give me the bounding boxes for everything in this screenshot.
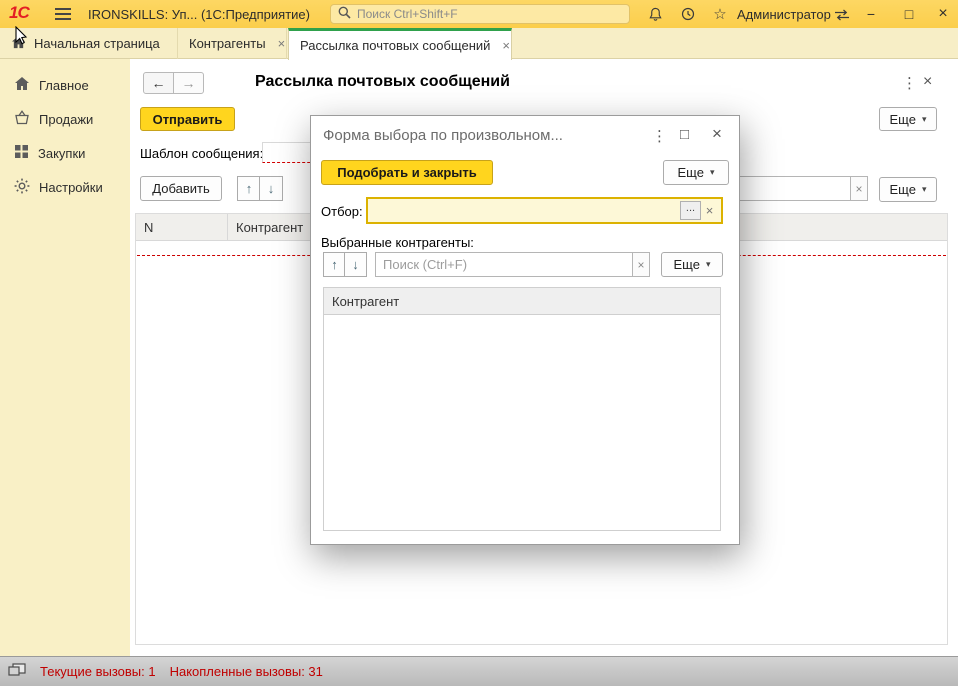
tab-label: Начальная страница (34, 36, 160, 51)
tab-close-icon[interactable]: × (278, 36, 286, 51)
current-calls-indicator: Текущие вызовы: 1 (40, 664, 156, 679)
nav-buttons: ← → (143, 72, 204, 94)
search-icon (338, 6, 351, 22)
sidebar-item-purchases[interactable]: Закупки (0, 136, 130, 170)
clear-filter-icon[interactable]: × (701, 203, 718, 218)
home-icon (11, 35, 26, 52)
gear-icon (14, 178, 30, 197)
pick-and-close-button[interactable]: Подобрать и закрыть (321, 160, 493, 185)
titlebar: 1С IRONSKILLS: Уп... (1С:Предприятие) ☆ … (0, 0, 958, 28)
minimize-button[interactable]: − (858, 4, 884, 24)
dialog-search-field[interactable] (375, 252, 633, 277)
1c-logo: 1С (9, 3, 29, 23)
selected-contractors-label: Выбранные контрагенты: (321, 235, 474, 250)
filter-field[interactable]: ... × (366, 197, 723, 224)
dialog-more-button-top[interactable]: Еще ▾ (663, 160, 729, 185)
sidebar-item-label: Закупки (38, 146, 85, 161)
chevron-down-icon: ▾ (922, 114, 927, 125)
column-header-n[interactable]: N (136, 214, 228, 240)
app-title: IRONSKILLS: Уп... (1С:Предприятие) (88, 7, 310, 22)
form-kebab-icon[interactable]: ⋮ (902, 76, 917, 91)
sidebar-item-main[interactable]: Главное (0, 68, 130, 102)
sidebar-item-label: Настройки (39, 180, 103, 195)
form-title: Рассылка почтовых сообщений (255, 73, 510, 91)
clear-search-icon[interactable]: × (850, 176, 868, 201)
dialog-search-input[interactable] (376, 257, 632, 272)
send-button[interactable]: Отправить (140, 107, 235, 131)
chevron-down-icon: ▾ (710, 167, 715, 178)
app-window: 1С IRONSKILLS: Уп... (1С:Предприятие) ☆ … (0, 0, 958, 686)
main-menu-icon[interactable] (55, 8, 71, 20)
status-bar: Текущие вызовы: 1 Накопленные вызовы: 31 (0, 656, 958, 686)
sidebar-item-sales[interactable]: Продажи (0, 102, 130, 136)
more-button-list[interactable]: Еще ▾ (879, 177, 937, 202)
home-icon (14, 76, 30, 94)
dialog-kebab-icon[interactable]: ⋮ (652, 129, 667, 144)
history-icon[interactable] (677, 4, 699, 24)
form-close-icon[interactable]: × (923, 74, 932, 90)
global-search[interactable] (330, 4, 630, 24)
dialog-table-body[interactable] (323, 315, 721, 531)
back-button[interactable]: ← (143, 72, 174, 94)
sidebar-item-label: Главное (39, 78, 89, 93)
tab-mail-distribution[interactable]: Рассылка почтовых сообщений × (288, 28, 512, 60)
dialog-move-down-button[interactable]: ↓ (344, 252, 367, 277)
favorites-star-icon[interactable]: ☆ (709, 4, 731, 24)
filter-label: Отбор: (321, 204, 363, 219)
filter-input[interactable] (368, 203, 680, 218)
sections-panel: Главное Продажи Закупки Настройки (0, 59, 130, 656)
more-button-top[interactable]: Еще ▾ (879, 107, 937, 131)
global-search-input[interactable] (357, 7, 622, 21)
column-header-contractor[interactable]: Контрагент (323, 287, 721, 315)
tab-contractors[interactable]: Контрагенты × (178, 28, 287, 59)
dialog-move-up-button[interactable]: ↑ (323, 252, 346, 277)
tab-close-icon[interactable]: × (502, 38, 510, 53)
grid-boxes-icon (14, 144, 29, 162)
move-down-button[interactable]: ↓ (259, 176, 283, 201)
tab-bar: Начальная страница Контрагенты × Рассылк… (0, 28, 958, 59)
sidebar-item-label: Продажи (39, 112, 93, 127)
chevron-down-icon: ▾ (922, 184, 927, 195)
sidebar-item-settings[interactable]: Настройки (0, 170, 130, 204)
tab-home[interactable]: Начальная страница (0, 28, 178, 59)
open-picker-button[interactable]: ... (680, 201, 701, 220)
notifications-bell-icon[interactable] (644, 4, 666, 24)
dialog-contractors-table: Контрагент (323, 287, 721, 531)
dialog-close-icon[interactable]: × (712, 125, 722, 142)
current-user[interactable]: Администратор (737, 7, 831, 22)
close-window-button[interactable]: × (930, 4, 956, 24)
chevron-down-icon: ▾ (706, 259, 711, 270)
move-up-button[interactable]: ↑ (237, 176, 261, 201)
selection-dialog: Форма выбора по произвольном... ⋮ □ × По… (310, 115, 740, 545)
dialog-maximize-icon[interactable]: □ (680, 127, 689, 142)
performance-monitor-icon (8, 663, 26, 681)
template-label: Шаблон сообщения: (140, 146, 263, 161)
accumulated-calls-indicator: Накопленные вызовы: 31 (170, 664, 323, 679)
column-header-contractor[interactable]: Контрагент (228, 214, 303, 240)
dialog-clear-search-icon[interactable]: × (632, 252, 650, 277)
forward-button[interactable]: → (173, 72, 204, 94)
basket-icon (14, 110, 30, 128)
service-menu-icon[interactable] (831, 5, 853, 25)
maximize-button[interactable]: □ (896, 4, 922, 24)
dialog-more-button-list[interactable]: Еще ▾ (661, 252, 723, 277)
tab-label: Рассылка почтовых сообщений (300, 38, 490, 53)
dialog-title: Форма выбора по произвольном... (323, 127, 563, 144)
tab-label: Контрагенты (189, 36, 266, 51)
add-button[interactable]: Добавить (140, 176, 222, 201)
